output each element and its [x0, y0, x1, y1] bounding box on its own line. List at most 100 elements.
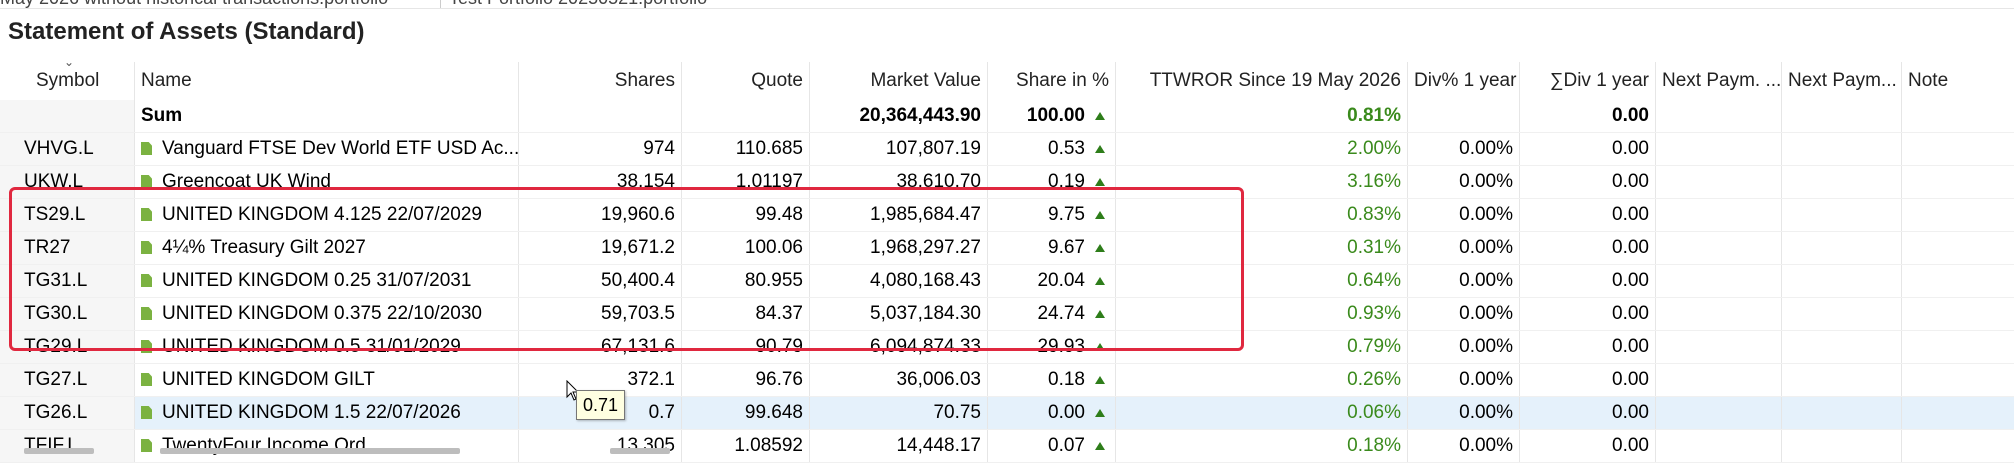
symbol-cell: TG27.L [0, 364, 135, 396]
column-header-name[interactable]: Name [135, 62, 519, 100]
column-header-shares[interactable]: Shares [519, 62, 682, 100]
trend-up-icon [1095, 376, 1105, 384]
share-pct-value: 9.75 [1048, 204, 1085, 225]
symbol-cell: TG31.L [0, 265, 135, 297]
name-cell: UNITED KINGDOM 4.125 22/07/2029 [135, 199, 519, 231]
div-pct-cell: 0.00% [1408, 166, 1520, 198]
next-payment-1-cell [1656, 298, 1782, 330]
table-row[interactable]: UKW.L Greencoat UK Wind 38,154 1.01197 38,61… [0, 166, 2014, 199]
sum-share-pct: 100.00 [1026, 105, 1085, 126]
name-cell: UNITED KINGDOM 0.375 22/10/2030 [135, 298, 519, 330]
sum-shares-cell [519, 100, 682, 132]
div-sum-cell: 0.00 [1520, 265, 1656, 297]
partially-visible-row [0, 448, 2014, 459]
table-row[interactable]: TG27.L UNITED KINGDOM GILT 372.1 96.76 36,00… [0, 364, 2014, 397]
note-cell [1902, 364, 2014, 396]
share-pct-cell: 20.04 [988, 265, 1116, 297]
share-pct-value: 0.53 [1048, 138, 1085, 159]
trend-up-icon [1095, 244, 1105, 252]
sum-note-cell [1902, 100, 2014, 132]
table-row[interactable]: TS29.L UNITED KINGDOM 4.125 22/07/2029 19,… [0, 199, 2014, 232]
editor-tab-strip: May 2026 without historical transactions… [0, 0, 2014, 9]
note-cell [1902, 199, 2014, 231]
value-tooltip: 0.71 [576, 390, 626, 420]
div-sum-cell: 0.00 [1520, 331, 1656, 363]
quote-cell: 80.955 [682, 265, 810, 297]
share-pct-cell: 9.75 [988, 199, 1116, 231]
trend-up-icon [1095, 178, 1105, 186]
column-header-quote[interactable]: Quote [682, 62, 810, 100]
share-pct-cell: 0.00 [988, 397, 1116, 429]
table-row[interactable]: VHVG.L Vanguard FTSE Dev World ETF USD Ac… [0, 133, 2014, 166]
share-pct-value: 0.19 [1048, 171, 1085, 192]
div-sum-cell: 0.00 [1520, 298, 1656, 330]
table-row[interactable]: TG26.L UNITED KINGDOM 1.5 22/07/2026 0.7 99… [0, 397, 2014, 430]
security-document-icon [141, 241, 152, 254]
sum-row[interactable]: Sum 20,364,443.90 100.00 0.81% 0.00 [0, 100, 2014, 133]
column-header-share-in-pct[interactable]: Share in % [988, 62, 1116, 100]
column-header-symbol[interactable]: ⌄ Symbol [0, 62, 135, 100]
note-cell [1902, 397, 2014, 429]
share-pct-value: 0.18 [1048, 369, 1085, 390]
ttwror-cell: 0.64% [1116, 265, 1408, 297]
security-document-icon [141, 340, 152, 353]
trend-up-icon [1095, 211, 1105, 219]
note-cell [1902, 265, 2014, 297]
table-row[interactable]: TG29.L UNITED KINGDOM 0.5 31/01/2029 67,13… [0, 331, 2014, 364]
tab-portfolio-may-2026[interactable]: May 2026 without historical transactions… [0, 0, 388, 8]
shares-cell: 19,960.6 [519, 199, 682, 231]
shares-cell: 50,400.4 [519, 265, 682, 297]
note-cell [1902, 166, 2014, 198]
tab-test-portfolio[interactable]: Test Portfolio 20250521.portfolio [440, 0, 707, 8]
table-row[interactable]: TR27 4¼% Treasury Gilt 2027 19,671.2 100.06… [0, 232, 2014, 265]
ttwror-cell: 0.83% [1116, 199, 1408, 231]
security-document-icon [141, 373, 152, 386]
next-payment-2-cell [1782, 265, 1902, 297]
column-header-div-sum[interactable]: ∑Div 1 year [1520, 62, 1656, 100]
div-pct-cell: 0.00% [1408, 232, 1520, 264]
column-header-label: Symbol [36, 70, 100, 91]
table-row[interactable]: TG30.L UNITED KINGDOM 0.375 22/10/2030 59,… [0, 298, 2014, 331]
quote-cell: 110.685 [682, 133, 810, 165]
name-cell: UNITED KINGDOM 0.5 31/01/2029 [135, 331, 519, 363]
table-row[interactable]: TG31.L UNITED KINGDOM 0.25 31/07/2031 50,4… [0, 265, 2014, 298]
security-name: UNITED KINGDOM 1.5 22/07/2026 [162, 402, 461, 423]
column-header-note[interactable]: Note [1902, 62, 2014, 100]
market-value-cell: 1,985,684.47 [810, 199, 988, 231]
share-pct-value: 0.00 [1048, 402, 1085, 423]
symbol-cell: TG26.L [0, 397, 135, 429]
div-pct-cell: 0.00% [1408, 199, 1520, 231]
next-payment-2-cell [1782, 133, 1902, 165]
div-pct-cell: 0.00% [1408, 364, 1520, 396]
name-cell: Greencoat UK Wind [135, 166, 519, 198]
name-cell: UNITED KINGDOM GILT [135, 364, 519, 396]
column-header-next-payment-2[interactable]: Next Paym... [1782, 62, 1902, 100]
security-name: UNITED KINGDOM 0.375 22/10/2030 [162, 303, 482, 324]
share-pct-value: 20.04 [1037, 270, 1085, 291]
sum-next-payment-1-cell [1656, 100, 1782, 132]
column-header-ttwror[interactable]: TTWROR Since 19 May 2026 [1116, 62, 1408, 100]
security-document-icon [141, 142, 152, 155]
market-value-cell: 6,094,874.33 [810, 331, 988, 363]
next-payment-1-cell [1656, 133, 1782, 165]
security-rows: VHVG.L Vanguard FTSE Dev World ETF USD Ac… [0, 133, 2014, 463]
next-payment-1-cell [1656, 232, 1782, 264]
share-pct-value: 29.93 [1037, 336, 1085, 357]
column-header-market-value[interactable]: Market Value [810, 62, 988, 100]
symbol-cell: UKW.L [0, 166, 135, 198]
div-sum-cell: 0.00 [1520, 397, 1656, 429]
next-payment-2-cell [1782, 199, 1902, 231]
column-header-div-pct[interactable]: Div% 1 year [1408, 62, 1520, 100]
sum-symbol-cell [0, 100, 135, 132]
sort-indicator-icon: ⌄ [64, 62, 75, 69]
column-header-next-payment-1[interactable]: Next Paym. ... [1656, 62, 1782, 100]
ttwror-cell: 0.31% [1116, 232, 1408, 264]
next-payment-2-cell [1782, 166, 1902, 198]
shares-cell: 38,154 [519, 166, 682, 198]
sum-market-value: 20,364,443.90 [810, 100, 988, 132]
next-payment-1-cell [1656, 199, 1782, 231]
market-value-cell: 107,807.19 [810, 133, 988, 165]
clipped-text-fragment [610, 448, 670, 454]
next-payment-1-cell [1656, 331, 1782, 363]
market-value-cell: 5,037,184.30 [810, 298, 988, 330]
